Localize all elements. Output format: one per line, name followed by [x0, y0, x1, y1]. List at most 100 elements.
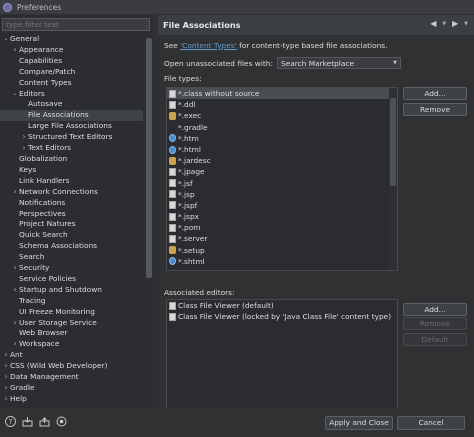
remove-file-type-button[interactable]: Remove: [403, 103, 467, 116]
chevron-down-icon[interactable]: ⌄: [11, 89, 19, 100]
tree-item[interactable]: Service Policies: [0, 274, 143, 285]
list-item[interactable]: Class File Viewer (locked by 'Java Class…: [167, 311, 397, 322]
chevron-right-icon[interactable]: ›: [2, 372, 10, 383]
chevron-right-icon[interactable]: ›: [2, 350, 10, 361]
tree-item-label: Compare/Patch: [19, 66, 76, 76]
back-dropdown-icon[interactable]: ▼: [442, 19, 446, 29]
tree-item[interactable]: UI Freeze Monitoring: [0, 307, 143, 318]
tree-item[interactable]: › Gradle: [0, 383, 143, 394]
tree-item[interactable]: Project Natures: [0, 219, 143, 230]
tree-item[interactable]: Tracing: [0, 296, 143, 307]
list-item[interactable]: *.gradle: [167, 122, 397, 133]
list-item[interactable]: *.exec: [167, 110, 397, 121]
tree-scrollbar-thumb[interactable]: [146, 38, 152, 278]
forward-dropdown-icon[interactable]: ▼: [464, 19, 468, 29]
tree-item[interactable]: › Network Connections: [0, 187, 143, 198]
tree-item[interactable]: › Help: [0, 394, 143, 405]
dialog-footer: ? Apply and Close Cancel: [0, 408, 474, 437]
tree-item[interactable]: › Text Editors: [0, 143, 143, 154]
class-file-icon: [169, 312, 176, 321]
list-item[interactable]: *.server: [167, 233, 397, 244]
tree-item[interactable]: Link Handlers: [0, 176, 143, 187]
forward-arrow-icon[interactable]: ▶: [449, 19, 461, 29]
tree-scrollbar[interactable]: [145, 34, 153, 408]
file-types-scrollbar[interactable]: [389, 88, 397, 270]
content-types-link[interactable]: 'Content Types': [180, 41, 237, 50]
tree-item[interactable]: Schema Associations: [0, 241, 143, 252]
unassociated-files-select[interactable]: Search Marketplace ▼: [276, 57, 401, 69]
remove-editor-button[interactable]: Remove: [403, 317, 467, 330]
filter-input[interactable]: [2, 18, 150, 31]
import-icon[interactable]: [22, 416, 33, 427]
tree-item[interactable]: Quick Search: [0, 230, 143, 241]
chevron-right-icon[interactable]: ›: [2, 394, 10, 405]
tree-item[interactable]: Content Types: [0, 78, 143, 89]
tree-item[interactable]: › Startup and Shutdown: [0, 285, 143, 296]
file-types-scrollbar-thumb[interactable]: [390, 98, 396, 186]
tree-item[interactable]: Compare/Patch: [0, 67, 143, 78]
associated-editors-list[interactable]: Class File Viewer (default) Class File Vi…: [166, 299, 398, 416]
list-item[interactable]: *.shtml: [167, 256, 397, 267]
chevron-right-icon[interactable]: ›: [11, 45, 19, 56]
list-item[interactable]: *.setup: [167, 245, 397, 256]
tree-item[interactable]: Search: [0, 252, 143, 263]
tree-item[interactable]: › CSS (Wild Web Developer): [0, 361, 143, 372]
apply-and-close-button[interactable]: Apply and Close: [325, 416, 393, 430]
list-item[interactable]: *.jspx: [167, 211, 397, 222]
tree-item[interactable]: Capabilities: [0, 56, 143, 67]
chevron-right-icon[interactable]: ›: [2, 383, 10, 394]
list-item[interactable]: *.htm: [167, 133, 397, 144]
tree-item[interactable]: Globalization: [0, 154, 143, 165]
tree-item[interactable]: › Structured Text Editors: [0, 132, 143, 143]
add-editor-button[interactable]: Add...: [403, 303, 467, 316]
chevron-right-icon[interactable]: ›: [11, 285, 19, 296]
file-type-name: *.class without source: [178, 89, 260, 98]
list-item[interactable]: *.html: [167, 144, 397, 155]
list-item[interactable]: *.jsf: [167, 178, 397, 189]
tree-item[interactable]: › Workspace: [0, 339, 143, 350]
chevron-right-icon[interactable]: ›: [2, 361, 10, 372]
list-item[interactable]: *.ddl: [167, 99, 397, 110]
oomph-icon[interactable]: [56, 416, 67, 427]
list-item[interactable]: *.jspf: [167, 200, 397, 211]
tree-item[interactable]: › User Storage Service: [0, 318, 143, 329]
tree-item[interactable]: Large File Associations: [0, 121, 143, 132]
gear-file-icon: [169, 156, 176, 165]
window-title: Preferences: [17, 2, 62, 12]
default-editor-button[interactable]: Default: [403, 333, 467, 346]
list-item[interactable]: *.jardesc: [167, 155, 397, 166]
list-item[interactable]: Class File Viewer (default): [167, 300, 397, 311]
tree-item[interactable]: › Security: [0, 263, 143, 274]
export-icon[interactable]: [39, 416, 50, 427]
list-item[interactable]: *.jsp: [167, 189, 397, 200]
tree-item[interactable]: Perspectives: [0, 209, 143, 220]
tree-item-label: Appearance: [19, 44, 64, 54]
tree-item[interactable]: › Appearance: [0, 45, 143, 56]
add-file-type-button[interactable]: Add...: [403, 87, 467, 100]
tree-item-label: Startup and Shutdown: [19, 284, 102, 294]
tree-item[interactable]: ⌄ Editors: [0, 89, 143, 100]
file-types-list[interactable]: *.class without source *.ddl *.exec *.gradl…: [166, 87, 398, 271]
tree-item[interactable]: Web Browser: [0, 328, 143, 339]
chevron-right-icon[interactable]: ›: [11, 263, 19, 274]
tree-item[interactable]: File Associations: [0, 110, 143, 122]
chevron-right-icon[interactable]: ›: [11, 318, 19, 329]
list-item[interactable]: *.pom: [167, 222, 397, 233]
tree-item[interactable]: ⌄ General: [0, 34, 143, 45]
tree-item[interactable]: Autosave: [0, 99, 143, 110]
list-item[interactable]: *.class without source: [167, 88, 397, 100]
chevron-right-icon[interactable]: ›: [11, 339, 19, 350]
list-item[interactable]: *.jpage: [167, 166, 397, 177]
tree-item[interactable]: Keys: [0, 165, 143, 176]
tree-item[interactable]: Notifications: [0, 198, 143, 209]
hint-suffix: for content-type based file associations…: [236, 41, 388, 50]
help-icon[interactable]: ?: [5, 416, 16, 427]
tree-item[interactable]: › Ant: [0, 350, 143, 361]
chevron-right-icon[interactable]: ›: [11, 187, 19, 198]
chevron-right-icon[interactable]: ›: [20, 132, 28, 143]
chevron-right-icon[interactable]: ›: [20, 143, 28, 154]
cancel-button[interactable]: Cancel: [397, 416, 465, 430]
back-arrow-icon[interactable]: ◀: [427, 19, 439, 29]
chevron-down-icon[interactable]: ⌄: [2, 34, 10, 45]
tree-item[interactable]: › Data Management: [0, 372, 143, 383]
